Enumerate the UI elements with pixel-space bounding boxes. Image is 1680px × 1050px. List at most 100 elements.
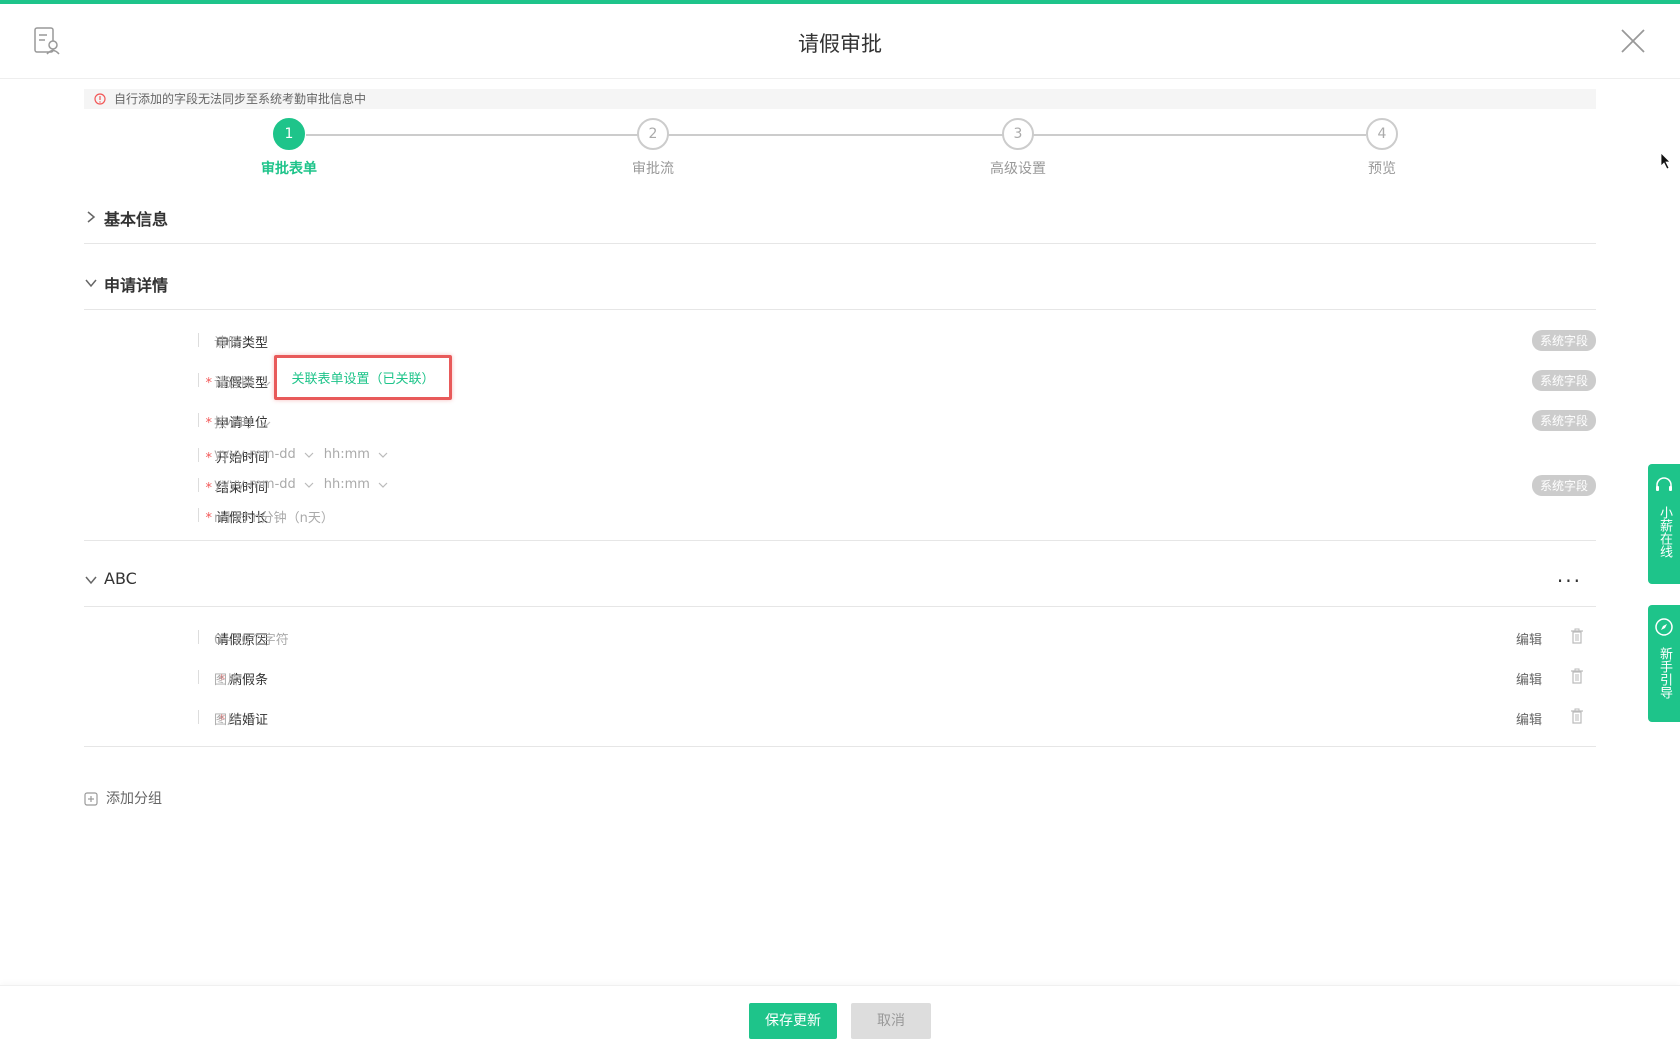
section-abc[interactable]: ABC ···: [84, 561, 1596, 601]
field-separator: [198, 508, 199, 522]
field-value[interactable]: 请选择: [214, 372, 281, 391]
close-icon[interactable]: [1620, 28, 1646, 54]
step-progress: 1 审批表单 2 审批流 3 高级设置 4 预览: [0, 118, 1680, 178]
step-label: 审批流: [632, 161, 674, 177]
field-value: 图片: [214, 673, 241, 688]
step-form[interactable]: 1 审批表单: [229, 118, 349, 178]
linked-form-settings-link[interactable]: 关联表单设置（已关联）: [274, 355, 452, 400]
field-value[interactable]: 按小时: [214, 412, 281, 431]
edit-button[interactable]: 编辑: [1516, 629, 1542, 648]
trash-icon[interactable]: [1570, 668, 1584, 684]
system-field-badge: 系统字段: [1531, 410, 1596, 431]
field-value: 图片: [214, 713, 241, 728]
section-divider: [84, 606, 1596, 607]
save-update-button[interactable]: 保存更新: [749, 1003, 837, 1039]
step-preview[interactable]: 4 预览: [1322, 118, 1442, 178]
sync-warning-notice: 自行添加的字段无法同步至系统考勤审批信息中: [84, 89, 1596, 109]
chevron-down-icon: [304, 482, 314, 488]
trash-icon[interactable]: [1570, 708, 1584, 724]
add-group-button[interactable]: 添加分组: [84, 788, 162, 808]
compass-icon: [1655, 618, 1673, 636]
field-separator: [198, 710, 199, 724]
field-separator: [198, 373, 199, 387]
section-divider: [84, 243, 1596, 244]
mouse-cursor-icon: [1660, 152, 1671, 170]
chevron-down-icon: [378, 482, 388, 488]
edit-button[interactable]: 编辑: [1516, 669, 1542, 688]
required-mark: *: [205, 416, 212, 431]
chevron-down-icon: [304, 452, 314, 458]
notice-text: 自行添加的字段无法同步至系统考勤审批信息中: [114, 92, 367, 106]
section-title: 基本信息: [104, 210, 169, 229]
system-field-badge: 系统字段: [1531, 475, 1596, 496]
field-separator: [198, 670, 199, 684]
section-divider: [84, 309, 1596, 310]
chevron-down-icon: [85, 576, 97, 585]
online-support-widget[interactable]: 小薪在线: [1648, 464, 1680, 584]
section-title: ABC: [104, 569, 137, 588]
field-value[interactable]: yyyy-mm-dd hh:mm: [214, 477, 398, 492]
cancel-button[interactable]: 取消: [851, 1003, 931, 1039]
field-separator: [198, 413, 199, 427]
trash-icon[interactable]: [1570, 628, 1584, 644]
field-separator: [198, 478, 199, 492]
step-number: 4: [1366, 118, 1398, 150]
footer-actions: 保存更新 取消: [0, 985, 1680, 1050]
required-mark: *: [205, 511, 212, 526]
field-row-leave-reason[interactable]: 请假原因 0~20个字符 编辑: [84, 625, 1596, 649]
step-label: 预览: [1368, 161, 1396, 177]
chevron-down-icon: [85, 279, 97, 288]
chevron-right-icon: [87, 211, 96, 223]
step-label: 审批表单: [261, 161, 317, 177]
online-support-label: 小薪在线: [1657, 506, 1672, 558]
leave-type-select: 请选择: [214, 376, 254, 391]
field-row-leave-duration[interactable]: * 请假时长 n小时 n分钟（n天）: [84, 503, 1596, 527]
warning-icon: [94, 93, 106, 105]
section-divider: [84, 746, 1596, 747]
add-group-label: 添加分组: [106, 791, 162, 807]
field-separator: [198, 333, 199, 347]
section-title: 申请详情: [104, 276, 169, 295]
beginner-guide-widget[interactable]: 新手引导: [1648, 605, 1680, 722]
system-field-badge: 系统字段: [1531, 370, 1596, 391]
step-advanced[interactable]: 3 高级设置: [958, 118, 1078, 178]
step-number: 2: [637, 118, 669, 150]
step-number: 1: [273, 118, 305, 150]
edit-button[interactable]: 编辑: [1516, 709, 1542, 728]
field-row-start-time[interactable]: * 开始时间 yyyy-mm-dd hh:mm: [84, 443, 1596, 467]
step-connector-line: [306, 134, 1366, 136]
required-mark: *: [205, 451, 212, 466]
start-date-select: yyyy-mm-dd: [214, 447, 296, 462]
linked-form-label: 关联表单设置（已关联）: [291, 372, 435, 387]
field-separator: [198, 448, 199, 462]
field-row-marriage-certificate[interactable]: * 结婚证 图片 编辑: [84, 705, 1596, 729]
section-divider: [84, 540, 1596, 541]
field-separator: [198, 630, 199, 644]
field-value: n小时 n分钟（n天）: [214, 511, 334, 526]
end-date-select: yyyy-mm-dd: [214, 477, 296, 492]
field-value: 请假: [214, 336, 241, 351]
section-basic-info[interactable]: 基本信息: [84, 198, 1596, 238]
chevron-down-icon: [378, 452, 388, 458]
end-time-select: hh:mm: [323, 477, 370, 492]
step-flow[interactable]: 2 审批流: [593, 118, 713, 178]
field-value: 0~20个字符: [214, 633, 289, 648]
headset-icon: [1656, 477, 1672, 491]
more-options-icon[interactable]: ···: [1557, 569, 1582, 593]
beginner-guide-label: 新手引导: [1657, 647, 1672, 699]
chevron-down-icon: [261, 381, 271, 387]
start-time-select: hh:mm: [323, 447, 370, 462]
system-field-badge: 系统字段: [1531, 330, 1596, 351]
chevron-down-icon: [261, 421, 271, 427]
field-row-sick-note[interactable]: * 病假条 图片 编辑: [84, 665, 1596, 689]
section-application-details[interactable]: 申请详情: [84, 264, 1596, 304]
step-number: 3: [1002, 118, 1034, 150]
required-mark: *: [205, 481, 212, 496]
field-row-application-type[interactable]: 申请类型 请假 系统字段: [84, 328, 1596, 352]
step-label: 高级设置: [990, 161, 1046, 177]
page-title: 请假审批: [798, 32, 882, 56]
field-row-end-time[interactable]: * 结束时间 yyyy-mm-dd hh:mm 系统字段: [84, 473, 1596, 497]
field-value[interactable]: yyyy-mm-dd hh:mm: [214, 447, 398, 462]
modal-header: 请假审批: [0, 4, 1680, 79]
field-row-application-unit[interactable]: * 申请单位 按小时 系统字段: [84, 408, 1596, 432]
